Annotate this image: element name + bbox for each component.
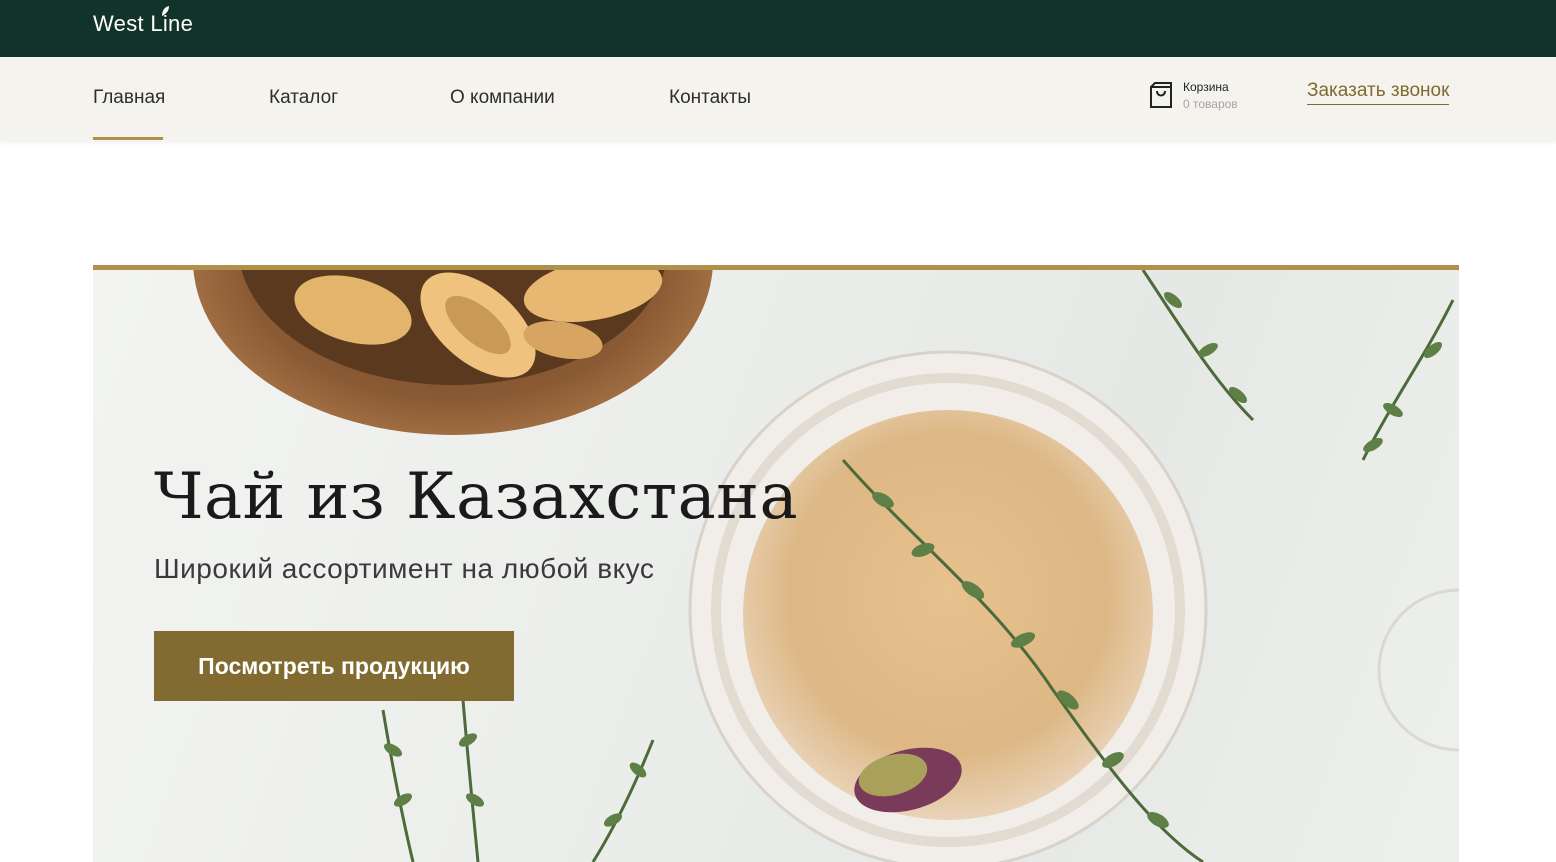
top-bar: West Line xyxy=(0,0,1556,57)
hero-banner: Чай из Казахстана Широкий ассортимент на… xyxy=(93,270,1459,862)
nav-item-home[interactable]: Главная xyxy=(93,87,165,109)
logo[interactable]: West Line xyxy=(93,11,193,37)
hero-title: Чай из Казахстана xyxy=(154,460,799,534)
hero-subtitle: Широкий ассортимент на любой вкус xyxy=(154,553,655,584)
cart-bag-icon[interactable] xyxy=(1149,81,1173,109)
main-nav: Главная Каталог О компании Контакты Корз… xyxy=(0,57,1556,141)
nav-item-about[interactable]: О компании xyxy=(450,87,555,109)
nav-item-contacts[interactable]: Контакты xyxy=(669,87,751,109)
leaf-icon xyxy=(162,6,169,16)
nav-item-catalog[interactable]: Каталог xyxy=(269,87,338,109)
cart-count: 0 товаров xyxy=(1183,97,1238,111)
active-nav-underline xyxy=(93,137,163,140)
cart-label[interactable]: Корзина xyxy=(1183,80,1229,94)
view-products-button[interactable]: Посмотреть продукцию xyxy=(154,631,514,701)
request-call-link[interactable]: Заказать звонок xyxy=(1307,80,1450,105)
